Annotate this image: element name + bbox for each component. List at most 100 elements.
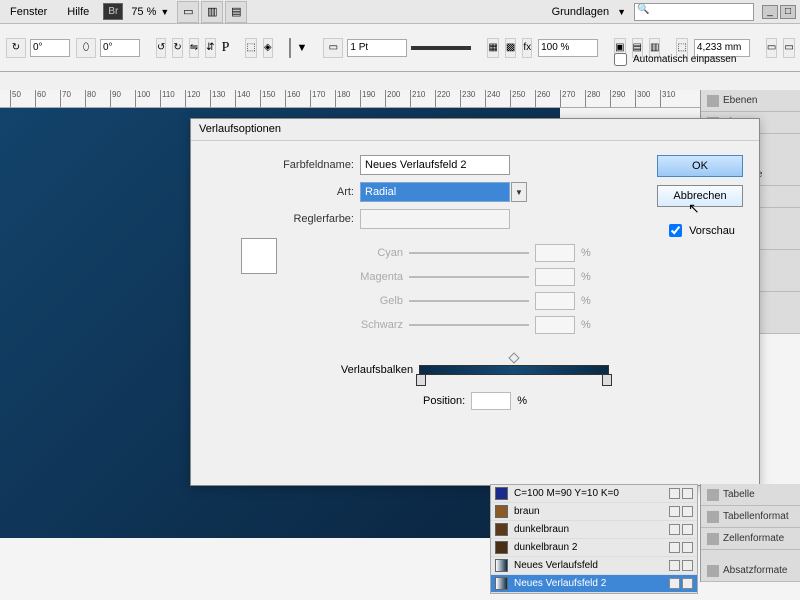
select-art[interactable]: Radial ▼ <box>360 182 510 202</box>
swatch-type-icon <box>669 560 680 571</box>
align-icon-2[interactable]: ▭ <box>783 38 794 58</box>
ruler-tick: 150 <box>260 90 275 108</box>
ruler-tick: 220 <box>435 90 450 108</box>
swatch-mode-icon <box>682 488 693 499</box>
chevron-down-icon[interactable]: ▼ <box>511 182 527 202</box>
ruler-tick: 260 <box>535 90 550 108</box>
label-reglerfarbe: Reglerfarbe: <box>205 213 360 225</box>
slider-cyan[interactable] <box>409 252 529 254</box>
bridge-badge[interactable]: Br <box>103 3 123 20</box>
ruler-tick: 70 <box>60 90 71 108</box>
horizontal-ruler: 5060708090100110120130140150160170180190… <box>0 90 800 108</box>
menubar: Fenster Hilfe Br 75 %▼ ▭ ▥ ▤ Grundlagen▼… <box>0 0 800 24</box>
opacity[interactable] <box>538 39 598 57</box>
slider-magenta[interactable] <box>409 276 529 278</box>
gradient-ramp[interactable] <box>419 365 609 375</box>
swatch-mode-icon <box>682 578 693 589</box>
fill-swatch[interactable] <box>289 38 291 58</box>
rotation-2[interactable] <box>100 39 140 57</box>
swatch-row[interactable]: dunkelbraun <box>491 521 697 539</box>
rotate-cw-icon[interactable]: ↻ <box>172 38 182 58</box>
value-cyan[interactable] <box>535 244 575 262</box>
fx-icon-1[interactable]: ▦ <box>487 38 498 58</box>
ruler-tick: 190 <box>360 90 375 108</box>
swatch-row[interactable]: dunkelbraun 2 <box>491 539 697 557</box>
cancel-button[interactable]: Abbrechen <box>657 185 743 207</box>
swatch-row[interactable]: C=100 M=90 Y=10 K=0 <box>491 485 697 503</box>
ruler-tick: 210 <box>410 90 425 108</box>
input-position[interactable] <box>471 392 511 410</box>
menu-fenster[interactable]: Fenster <box>4 4 53 20</box>
view-icon-1[interactable]: ▭ <box>177 1 199 23</box>
panel-zellenformate[interactable]: Zellenformate <box>701 528 800 550</box>
ruler-tick: 60 <box>35 90 46 108</box>
select-reglerfarbe[interactable] <box>360 209 510 229</box>
ruler-tick: 90 <box>110 90 121 108</box>
swatch-mode-icon <box>682 524 693 535</box>
ruler-tick: 300 <box>635 90 650 108</box>
value-gelb[interactable] <box>535 292 575 310</box>
stroke-weight[interactable] <box>347 39 407 57</box>
maximize-button[interactable]: □ <box>780 5 796 19</box>
panel-ebenen[interactable]: Ebenen <box>701 90 800 112</box>
ruler-tick: 130 <box>210 90 225 108</box>
input-farbfeldname[interactable] <box>360 155 510 175</box>
shear-icon[interactable]: ⬯ <box>76 38 96 58</box>
view-icon-3[interactable]: ▤ <box>225 1 247 23</box>
rotation-1[interactable] <box>30 39 70 57</box>
ruler-tick: 290 <box>610 90 625 108</box>
ruler-tick: 100 <box>135 90 150 108</box>
flip-h-icon[interactable]: ⇋ <box>189 38 199 58</box>
panel-absatzformate[interactable]: Absatzformate <box>701 560 800 582</box>
swatch-row[interactable]: Neues Verlaufsfeld 2 <box>491 575 697 593</box>
fx-icon-2[interactable]: ▩ <box>505 38 516 58</box>
align-icon-1[interactable]: ▭ <box>766 38 777 58</box>
view-icon-2[interactable]: ▥ <box>201 1 223 23</box>
label-cyan: Cyan <box>345 247 403 259</box>
value-schwarz[interactable] <box>535 316 575 334</box>
preview-label: Vorschau <box>689 225 735 237</box>
swatch-name: braun <box>514 506 540 517</box>
swatch-name: Neues Verlaufsfeld 2 <box>514 578 606 589</box>
menu-hilfe[interactable]: Hilfe <box>61 4 95 20</box>
gradient-stop-right[interactable] <box>602 374 612 386</box>
ok-button[interactable]: OK <box>657 155 743 177</box>
swatch-type-icon <box>669 524 680 535</box>
label-verlaufsbalken: Verlaufsbalken <box>341 364 413 376</box>
gradient-midpoint[interactable] <box>508 352 519 363</box>
slider-schwarz[interactable] <box>409 324 529 326</box>
stroke-icon[interactable]: ▭ <box>323 38 343 58</box>
label-magenta: Magenta <box>345 271 403 283</box>
flip-v-icon[interactable]: ⇵ <box>205 38 215 58</box>
dialog-title: Verlaufsoptionen <box>191 119 759 141</box>
swatches-panel: C=100 M=90 Y=10 K=0 braun dunkelbraundunke… <box>490 484 698 594</box>
gradient-stop-left[interactable] <box>416 374 426 386</box>
select-content-icon[interactable]: ◈ <box>263 38 273 58</box>
swatch-mode-icon <box>682 560 693 571</box>
panel-tabellenformat[interactable]: Tabellenformat <box>701 506 800 528</box>
value-magenta[interactable] <box>535 268 575 286</box>
panel-tabelle[interactable]: Tabelle <box>701 484 800 506</box>
swatch-color <box>495 541 508 554</box>
rotate-icon[interactable]: ↻ <box>6 38 26 58</box>
rotate-ccw-icon[interactable]: ↺ <box>156 38 166 58</box>
preview-checkbox[interactable] <box>669 224 682 237</box>
slider-gelb[interactable] <box>409 300 529 302</box>
label-art: Art: <box>205 186 360 198</box>
search-input[interactable] <box>634 3 754 21</box>
fx-icon-3[interactable]: fx <box>522 38 532 58</box>
stop-color-preview[interactable] <box>241 238 277 274</box>
ruler-tick: 280 <box>585 90 600 108</box>
swatch-row[interactable]: Neues Verlaufsfeld <box>491 557 697 575</box>
minimize-button[interactable]: _ <box>762 5 778 19</box>
zoom-control[interactable]: 75 %▼ <box>131 6 169 18</box>
label-gelb: Gelb <box>345 295 403 307</box>
ruler-tick: 50 <box>10 90 21 108</box>
swatch-color <box>495 505 508 518</box>
swatch-name: C=100 M=90 Y=10 K=0 <box>514 488 619 499</box>
workspace-label[interactable]: Grundlagen <box>552 6 610 18</box>
select-container-icon[interactable]: ⬚ <box>245 38 256 58</box>
label-schwarz: Schwarz <box>345 319 403 331</box>
swatch-row[interactable]: braun <box>491 503 697 521</box>
auto-fit-checkbox[interactable] <box>614 53 627 66</box>
